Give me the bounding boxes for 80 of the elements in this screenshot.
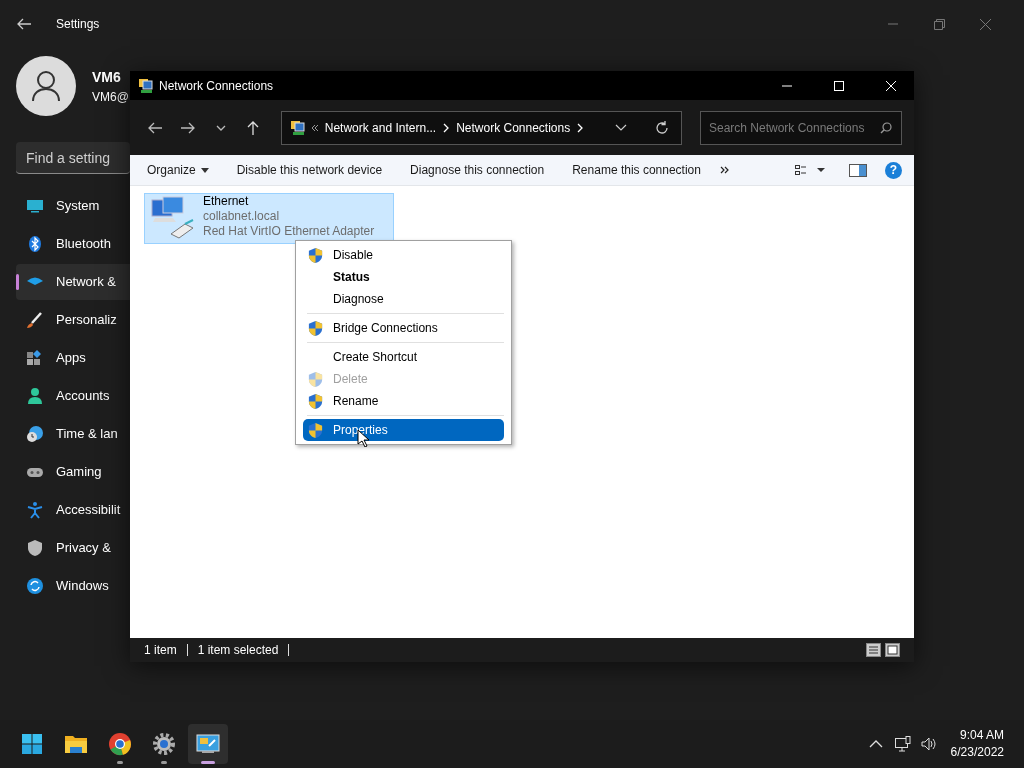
refresh-icon[interactable] <box>655 120 669 135</box>
window-title: Network Connections <box>159 77 274 95</box>
control-panel-icon <box>196 732 220 756</box>
clock-icon <box>26 425 44 443</box>
nav-item[interactable]: Windows <box>16 568 130 604</box>
menu-item[interactable]: Properties <box>303 419 504 441</box>
menu-item[interactable]: Create Shortcut <box>303 346 504 368</box>
sync-icon <box>26 577 44 595</box>
monitor-icon <box>26 197 44 215</box>
nav-item[interactable]: Time & lan <box>16 416 130 452</box>
apps-icon <box>26 349 44 367</box>
bluetooth-icon <box>26 235 44 253</box>
network-folder-icon <box>138 77 153 94</box>
menu-item[interactable]: Bridge Connections <box>303 317 504 339</box>
caret-icon <box>200 167 209 173</box>
toolbar-button[interactable]: Rename this connection <box>563 157 710 183</box>
user-email: VM6@ <box>92 88 129 106</box>
nav-item[interactable]: Accessibilit <box>16 492 130 528</box>
volume-icon[interactable] <box>920 737 937 751</box>
network-adapter-item[interactable]: Ethernet collabnet.local Red Hat VirtIO Ethernet Adapter <box>144 193 394 244</box>
preview-pane-icon[interactable] <box>849 163 867 177</box>
shield-icon <box>307 392 324 410</box>
toolbar-button[interactable]: Disable this network device <box>227 157 392 183</box>
chevron-up-icon[interactable] <box>868 740 883 748</box>
nav-item[interactable]: Bluetooth <box>16 226 130 262</box>
nav-item[interactable]: Gaming <box>16 454 130 490</box>
address-bar[interactable]: Network and Intern... Network Connections <box>280 110 682 145</box>
network-icon[interactable] <box>894 736 911 752</box>
gear-icon <box>152 732 176 756</box>
browser-icon <box>108 732 132 756</box>
search-field[interactable]: Find a setting <box>16 142 130 174</box>
status-text: 1 item selected <box>197 642 279 659</box>
status-text: 1 item <box>144 642 177 659</box>
back-icon[interactable] <box>148 120 163 135</box>
taskbar-button[interactable] <box>188 724 228 764</box>
search-icon <box>880 121 892 134</box>
shield-icon <box>307 370 324 388</box>
brush-icon <box>26 311 44 329</box>
person-icon <box>26 387 44 405</box>
forward-icon[interactable] <box>181 120 196 135</box>
person-icon <box>31 70 61 102</box>
item-domain: collabnet.local <box>203 209 281 224</box>
large-icons-view-icon[interactable] <box>885 643 900 657</box>
up-icon[interactable] <box>246 120 261 135</box>
network-folder-icon <box>289 119 305 136</box>
nav-item[interactable]: Apps <box>16 340 130 376</box>
more-icon[interactable] <box>719 166 729 174</box>
shield-icon <box>307 246 324 264</box>
nav-item[interactable]: System <box>16 188 130 224</box>
view-options-icon[interactable] <box>795 164 825 176</box>
shield-icon <box>307 421 324 439</box>
start-icon <box>20 732 44 756</box>
clock-time[interactable]: 9:04 AM <box>950 727 1004 744</box>
chevron-down-icon[interactable] <box>615 123 627 132</box>
search-field[interactable]: Search Network Connections <box>700 110 902 145</box>
back-icon[interactable] <box>16 18 32 30</box>
nav-item[interactable]: Network & <box>16 264 130 300</box>
chevron-right-icon[interactable] <box>576 122 585 133</box>
menu-item[interactable]: Rename <box>303 390 504 412</box>
accessibility-icon <box>26 501 44 519</box>
menu-item[interactable]: Diagnose <box>303 288 504 310</box>
menu-item[interactable]: Status <box>303 266 504 288</box>
maximize-icon[interactable] <box>834 80 844 91</box>
clock-date[interactable]: 6/23/2022 <box>950 744 1004 761</box>
window-title: Settings <box>56 16 100 33</box>
nav-item[interactable]: Accounts <box>16 378 130 414</box>
nav-item[interactable]: Personaliz <box>16 302 130 338</box>
shield-icon <box>26 539 44 557</box>
menu-item[interactable]: Disable <box>303 244 504 266</box>
shield-icon <box>307 319 324 337</box>
item-adapter: Red Hat VirtIO Ethernet Adapter <box>203 224 375 239</box>
nav-item[interactable]: Privacy & <box>16 530 130 566</box>
restore-icon[interactable] <box>933 18 945 30</box>
toolbar-button[interactable]: Diagnose this connection <box>401 157 554 183</box>
user-name: VM6 <box>92 67 122 87</box>
help-icon[interactable]: ? <box>885 161 902 179</box>
item-name: Ethernet <box>203 194 250 209</box>
toolbar-button[interactable]: Organize <box>138 157 218 183</box>
double-chevron-icon <box>310 123 319 132</box>
chevron-right-icon[interactable] <box>442 122 451 133</box>
